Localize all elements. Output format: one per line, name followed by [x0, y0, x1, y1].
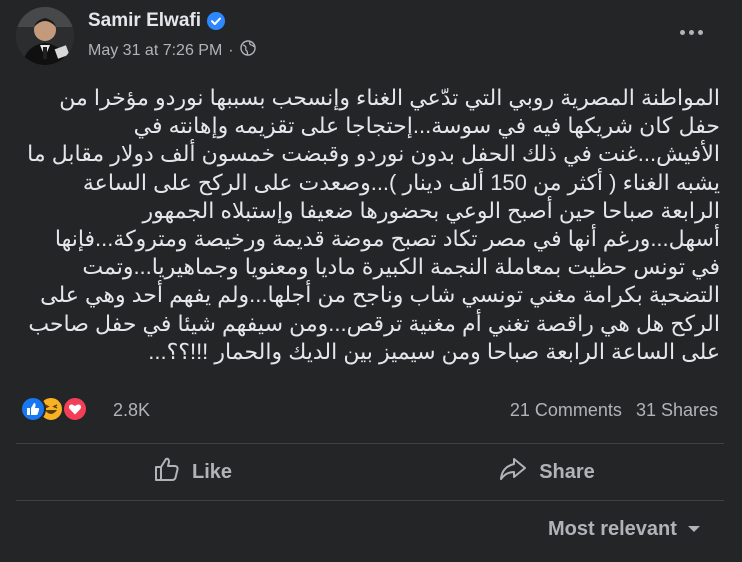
globe-icon[interactable] [239, 40, 256, 61]
post-header: Samir Elwafi May 31 at 7:26 PM · [0, 0, 742, 78]
divider-bottom [16, 500, 724, 501]
share-button[interactable]: Share [370, 448, 724, 496]
reactions-summary: 2.8K 21 Comments 31 Shares [20, 396, 720, 426]
avatar[interactable] [16, 7, 74, 65]
meta-separator: · [228, 41, 234, 59]
like-label: Like [191, 460, 233, 483]
comments-count[interactable]: 21 Comments [510, 400, 622, 421]
comments-sort-dropdown[interactable]: Most relevant [548, 518, 701, 541]
share-label: Share [539, 460, 595, 483]
shares-count[interactable]: 31 Shares [636, 400, 718, 421]
like-reaction-icon [20, 396, 46, 422]
love-reaction-icon [62, 396, 88, 422]
post-body: المواطنة المصرية روبي التي تدّعي الغناء … [21, 85, 720, 364]
like-button[interactable]: Like [16, 448, 370, 496]
caret-down-icon [687, 521, 701, 539]
divider-top [16, 443, 724, 444]
share-arrow-icon [499, 456, 527, 488]
author-name[interactable]: Samir Elwafi [88, 10, 201, 32]
reaction-icons[interactable] [20, 396, 106, 422]
more-options-icon[interactable] [676, 20, 706, 44]
post-timestamp[interactable]: May 31 at 7:26 PM [88, 42, 222, 60]
like-thumb-icon [154, 456, 180, 488]
post-actions: Like Share [16, 448, 724, 496]
reaction-count[interactable]: 2.8K [113, 400, 150, 421]
verified-badge-icon [207, 12, 225, 30]
comments-sort-label: Most relevant [548, 518, 677, 540]
